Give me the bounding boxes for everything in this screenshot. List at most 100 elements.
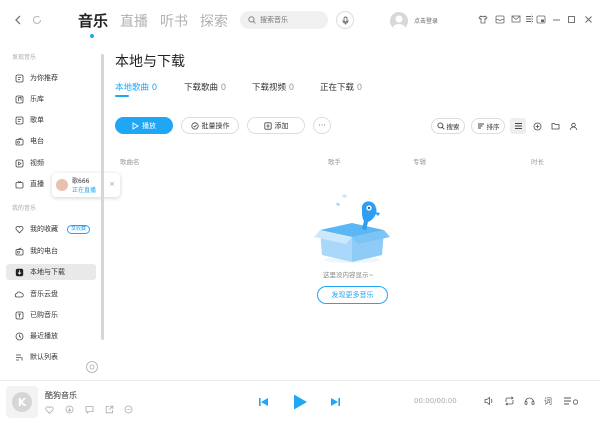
sidebar-item-favorites[interactable]: 我的收藏 享收藏 bbox=[6, 221, 96, 237]
tab-count: 0 bbox=[356, 83, 363, 93]
comment-icon[interactable] bbox=[85, 405, 94, 414]
heart-icon bbox=[14, 224, 24, 234]
plus-circle-icon bbox=[533, 122, 542, 131]
sidebar-item-label: 默认列表 bbox=[30, 353, 58, 361]
sidebar-item-default-list[interactable]: 默认列表 bbox=[6, 349, 96, 365]
column-song-name[interactable]: 歌曲名 bbox=[120, 156, 140, 166]
sidebar-item-label: 为你推荐 bbox=[30, 74, 58, 82]
sidebar-item-label: 已购音乐 bbox=[30, 311, 58, 319]
add-button[interactable]: 添加 bbox=[247, 117, 305, 134]
column-duration[interactable]: 时长 bbox=[531, 156, 544, 166]
sidebar-item-video[interactable]: 视频 bbox=[6, 155, 96, 171]
folder-button[interactable] bbox=[547, 118, 563, 134]
close-icon[interactable] bbox=[582, 13, 594, 25]
mic-icon bbox=[341, 16, 350, 25]
skin-icon[interactable] bbox=[477, 13, 489, 25]
login-link[interactable]: 点击登录 bbox=[414, 16, 438, 25]
search-input[interactable] bbox=[260, 16, 320, 24]
tab-label: 下载歌曲 bbox=[184, 83, 219, 93]
sidebar-item-label: 最近播放 bbox=[30, 332, 58, 340]
person-icon bbox=[569, 122, 578, 131]
volume-icon[interactable] bbox=[483, 395, 495, 407]
column-artist[interactable]: 歌手 bbox=[328, 156, 341, 166]
streamer-name: 歌666 bbox=[72, 178, 90, 185]
sidebar-item-my-radio[interactable]: 我的电台 bbox=[6, 243, 96, 259]
repeat-icon[interactable] bbox=[503, 395, 515, 407]
search-icon bbox=[436, 122, 445, 130]
search-label: 搜索 bbox=[446, 123, 460, 131]
sidebar-item-purchased[interactable]: 已购音乐 bbox=[6, 307, 96, 323]
tab-music[interactable]: 音乐 bbox=[78, 10, 108, 31]
list-view-button[interactable] bbox=[510, 118, 526, 134]
next-icon bbox=[330, 397, 341, 407]
download-icon[interactable] bbox=[65, 405, 74, 414]
play-pause-button[interactable] bbox=[290, 392, 310, 412]
sidebar-item-radio[interactable]: 电台 bbox=[6, 133, 96, 149]
refresh-icon[interactable] bbox=[30, 13, 44, 27]
tab-audiobook[interactable]: 听书 bbox=[160, 11, 188, 31]
lyrics-button[interactable]: 词 bbox=[542, 395, 554, 407]
maximize-icon[interactable] bbox=[565, 13, 577, 25]
sound-effect-icon[interactable] bbox=[523, 395, 535, 407]
floating-settings-icon[interactable] bbox=[86, 361, 98, 373]
play-icon bbox=[292, 393, 308, 411]
discover-more-button[interactable]: 发现更多音乐 bbox=[317, 286, 388, 304]
voice-search-button[interactable] bbox=[336, 11, 354, 29]
sidebar-item-live[interactable]: 直播 bbox=[6, 176, 54, 192]
share-icon[interactable] bbox=[105, 405, 114, 414]
tab-downloaded-videos[interactable]: 下载视频 0 bbox=[252, 81, 294, 93]
sidebar-scrollbar[interactable] bbox=[101, 54, 104, 340]
play-icon bbox=[132, 121, 139, 130]
menu-icon[interactable] bbox=[523, 13, 535, 25]
tab-count: 0 bbox=[288, 83, 295, 93]
like-icon[interactable] bbox=[45, 405, 54, 414]
message-box-icon[interactable] bbox=[494, 13, 506, 25]
sidebar-item-local-download[interactable]: 本地与下载 bbox=[6, 264, 96, 280]
avatar[interactable] bbox=[390, 12, 408, 30]
sidebar-item-library[interactable]: 乐库 bbox=[6, 91, 96, 107]
cloud-icon bbox=[14, 289, 24, 299]
sidebar-item-playlist[interactable]: 歌单 bbox=[6, 112, 96, 128]
sidebar-item-label: 我的收藏 bbox=[30, 225, 58, 233]
tab-downloading[interactable]: 正在下载 0 bbox=[320, 81, 362, 93]
play-all-button[interactable]: 播放 bbox=[115, 117, 173, 134]
close-popup-icon[interactable]: × bbox=[109, 180, 115, 188]
mail-icon[interactable] bbox=[510, 13, 522, 25]
mini-mode-icon[interactable] bbox=[535, 13, 547, 25]
now-playing-title[interactable]: 酷狗音乐 bbox=[45, 390, 77, 401]
tab-downloaded-songs[interactable]: 下载歌曲 0 bbox=[184, 81, 226, 93]
video-icon bbox=[14, 158, 24, 168]
previous-track-button[interactable] bbox=[257, 396, 269, 408]
active-tab-indicator bbox=[90, 34, 94, 38]
page-title: 本地与下载 bbox=[115, 54, 185, 70]
live-popup[interactable]: 歌666 正在直播 × bbox=[52, 173, 120, 197]
tab-local-songs[interactable]: 本地歌曲 0 bbox=[115, 81, 157, 93]
tab-count: 0 bbox=[151, 83, 158, 93]
batch-operation-button[interactable]: 批量操作 bbox=[181, 117, 239, 134]
sidebar-item-recent[interactable]: 最近播放 bbox=[6, 328, 96, 344]
more-button[interactable]: ··· bbox=[313, 117, 331, 134]
next-track-button[interactable] bbox=[329, 396, 341, 408]
live-icon bbox=[14, 179, 24, 189]
column-album[interactable]: 专辑 bbox=[413, 156, 426, 166]
streamer-avatar bbox=[56, 179, 68, 191]
more-options-icon[interactable] bbox=[124, 405, 133, 414]
playback-time: 00:00/00:00 bbox=[414, 397, 457, 405]
local-search-button[interactable]: 搜索 bbox=[431, 118, 465, 134]
artist-view-button[interactable] bbox=[565, 118, 581, 134]
add-label: 添加 bbox=[274, 121, 289, 130]
sidebar-item-label: 歌单 bbox=[30, 116, 44, 124]
tab-live[interactable]: 直播 bbox=[120, 11, 148, 31]
back-icon[interactable] bbox=[11, 13, 25, 27]
playlist-queue-icon[interactable] bbox=[562, 395, 580, 407]
playlist-icon bbox=[14, 115, 24, 125]
album-cover[interactable]: K bbox=[6, 386, 38, 418]
sort-button[interactable]: 排序 bbox=[471, 118, 505, 134]
sidebar-item-recommend[interactable]: 为你推荐 bbox=[6, 70, 96, 86]
search-box[interactable] bbox=[240, 11, 328, 29]
sidebar-item-cloud[interactable]: 音乐云盘 bbox=[6, 286, 96, 302]
add-to-list-button[interactable] bbox=[529, 118, 545, 134]
minimize-icon[interactable] bbox=[550, 13, 562, 25]
tab-explore[interactable]: 探索 bbox=[200, 11, 228, 31]
top-bar: 音乐 直播 听书 探索 点击登录 bbox=[0, 0, 600, 40]
